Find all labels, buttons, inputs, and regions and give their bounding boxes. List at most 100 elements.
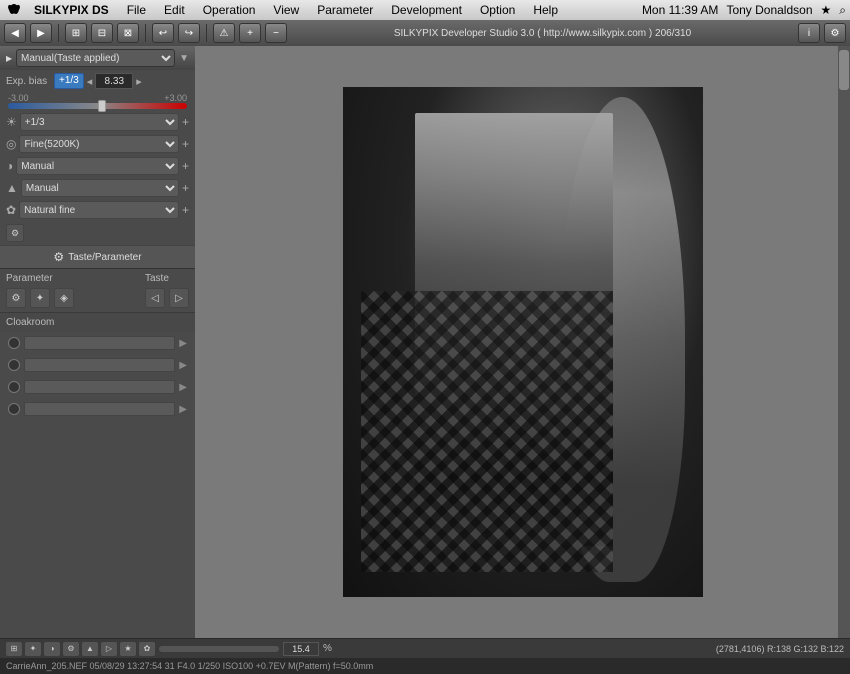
search-icon[interactable]: ⌕ — [839, 3, 846, 18]
toolbar-undo[interactable]: ↩ — [152, 23, 174, 43]
menu-user: Tony Donaldson — [726, 3, 812, 17]
taste-label: Taste — [145, 273, 189, 284]
zoom-input[interactable] — [283, 642, 319, 656]
panel-options-arrow[interactable]: ▼ — [179, 53, 189, 64]
bottom-icon-2[interactable]: ✦ — [25, 642, 41, 656]
left-panel: ▸ Manual(Taste applied) ▼ Exp. bias +1/3… — [0, 46, 195, 638]
taste-param-label[interactable]: Taste/Parameter — [68, 252, 141, 263]
menu-edit[interactable]: Edit — [156, 0, 193, 20]
exp-arrow-left[interactable]: ◂ — [87, 75, 93, 88]
dropdown3-plus[interactable]: + — [182, 159, 189, 173]
menu-parameter[interactable]: Parameter — [309, 0, 381, 20]
dropdown3-icon: ◑ — [6, 159, 13, 173]
taste-icon-1[interactable]: ◁ — [145, 288, 165, 308]
toolbar-redo[interactable]: ↪ — [178, 23, 200, 43]
exp-arrow-right[interactable]: ▸ — [136, 75, 142, 88]
menu-development[interactable]: Development — [383, 0, 470, 20]
cloakroom-radio-2[interactable] — [8, 359, 20, 371]
vertical-scrollbar[interactable] — [838, 46, 850, 638]
cloakroom-radio-1[interactable] — [8, 337, 20, 349]
gear-btn[interactable]: ⚙ — [6, 224, 24, 242]
exp-bias-label: Exp. bias — [6, 76, 51, 87]
bottom-icon-1[interactable]: ⊞ — [6, 642, 22, 656]
toolbar-view[interactable]: ⊠ — [117, 23, 139, 43]
dropdown2-icon: ◎ — [6, 137, 16, 151]
exp-slider-track[interactable] — [8, 103, 187, 109]
dropdown2-plus[interactable]: + — [182, 137, 189, 151]
menu-right: Mon 11:39 AM Tony Donaldson ★ ⌕ — [642, 3, 846, 18]
cloakroom-row-1: ▶ — [0, 332, 195, 354]
cloakroom-bar-1[interactable] — [24, 336, 175, 350]
exp-value-btn[interactable]: +1/3 — [54, 73, 84, 89]
bottom-slider[interactable] — [159, 646, 279, 652]
cloakroom-bar-4[interactable] — [24, 402, 175, 416]
cloakroom-arrow-1[interactable]: ▶ — [179, 338, 187, 349]
toolbar-grid[interactable]: ⊞ — [65, 23, 87, 43]
cloakroom-row-3: ▶ — [0, 376, 195, 398]
dropdown3-row: ◑ Manual + — [0, 155, 195, 177]
cloakroom-radio-4[interactable] — [8, 403, 20, 415]
menu-help[interactable]: Help — [525, 0, 566, 20]
dropdown1-select[interactable]: +1/3 — [20, 113, 179, 131]
toolbar-fwd[interactable]: ▶ — [30, 23, 52, 43]
menu-file[interactable]: File — [119, 0, 154, 20]
status-text: CarrieAnn_205.NEF 05/08/29 13:27:54 31 F… — [6, 661, 373, 671]
cloakroom-label: Cloakroom — [6, 317, 54, 328]
dropdown1-icon: ☀ — [6, 115, 17, 129]
bottom-icon-3[interactable]: ◑ — [44, 642, 60, 656]
toolbar-back[interactable]: ◀ — [4, 23, 26, 43]
dropdown4-plus[interactable]: + — [182, 181, 189, 195]
toolbar-settings[interactable]: ⚙ — [824, 23, 846, 43]
cloakroom-arrow-3[interactable]: ▶ — [179, 382, 187, 393]
status-bar: CarrieAnn_205.NEF 05/08/29 13:27:54 31 F… — [0, 658, 850, 674]
toolbar-sep-2 — [145, 24, 146, 42]
apple-menu[interactable] — [4, 0, 24, 20]
toolbar-zoom-in[interactable]: + — [239, 23, 261, 43]
cloakroom-arrow-4[interactable]: ▶ — [179, 404, 187, 415]
exp-slider-thumb[interactable] — [98, 100, 106, 112]
taste-icon-2[interactable]: ▷ — [169, 288, 189, 308]
param-icon-2[interactable]: ✦ — [30, 288, 50, 308]
app-name: SILKYPIX DS — [26, 3, 117, 17]
bottom-icon-6[interactable]: ▷ — [101, 642, 117, 656]
bottom-icon-7[interactable]: ★ — [120, 642, 136, 656]
toolbar-grid2[interactable]: ⊟ — [91, 23, 113, 43]
menu-option[interactable]: Option — [472, 0, 523, 20]
coords-display: (2781,4106) R:138 G:132 B:122 — [716, 644, 844, 654]
menu-operation[interactable]: Operation — [195, 0, 264, 20]
bottom-icon-8[interactable]: ✿ — [139, 642, 155, 656]
bottom-icon-5[interactable]: ▲ — [82, 642, 98, 656]
cloakroom-bar-3[interactable] — [24, 380, 175, 394]
zoom-percent: % — [323, 643, 332, 654]
slider-max: +3.00 — [164, 93, 187, 103]
cloakroom-bar-2[interactable] — [24, 358, 175, 372]
scrollbar-thumb[interactable] — [839, 50, 849, 90]
toolbar-sep-1 — [58, 24, 59, 42]
cloakroom-radio-3[interactable] — [8, 381, 20, 393]
dropdown5-select[interactable]: Natural fine — [19, 201, 179, 219]
exp-number-input[interactable] — [95, 73, 133, 89]
dropdown5-row: ✿ Natural fine + — [0, 199, 195, 221]
toolbar-info[interactable]: i — [798, 23, 820, 43]
menu-view[interactable]: View — [265, 0, 307, 20]
dropdown3-select[interactable]: Manual — [16, 157, 179, 175]
toolbar-warn[interactable]: ⚠ — [213, 23, 235, 43]
cloakroom-arrow-2[interactable]: ▶ — [179, 360, 187, 371]
param-section: Parameter ⚙ ✦ ◈ — [6, 273, 74, 308]
toolbar-zoom-out[interactable]: − — [265, 23, 287, 43]
image-viewport[interactable] — [195, 46, 850, 638]
param-icon-1[interactable]: ⚙ — [6, 288, 26, 308]
slider-min: -3.00 — [8, 93, 29, 103]
dropdown4-icon: ▲ — [6, 181, 18, 195]
dropdown4-select[interactable]: Manual — [21, 179, 179, 197]
bottom-icon-4[interactable]: ⚙ — [63, 642, 79, 656]
param-icon-3[interactable]: ◈ — [54, 288, 74, 308]
exp-bias-row: Exp. bias +1/3 ◂ ▸ — [0, 70, 195, 92]
dropdown2-select[interactable]: Fine(5200K) — [19, 135, 179, 153]
bluetooth-icon: ★ — [821, 3, 832, 17]
main-photo — [343, 87, 703, 597]
dropdown1-plus[interactable]: + — [182, 115, 189, 129]
dropdown5-plus[interactable]: + — [182, 203, 189, 217]
preset-select[interactable]: Manual(Taste applied) — [16, 49, 175, 67]
menu-time: Mon 11:39 AM — [642, 3, 719, 17]
